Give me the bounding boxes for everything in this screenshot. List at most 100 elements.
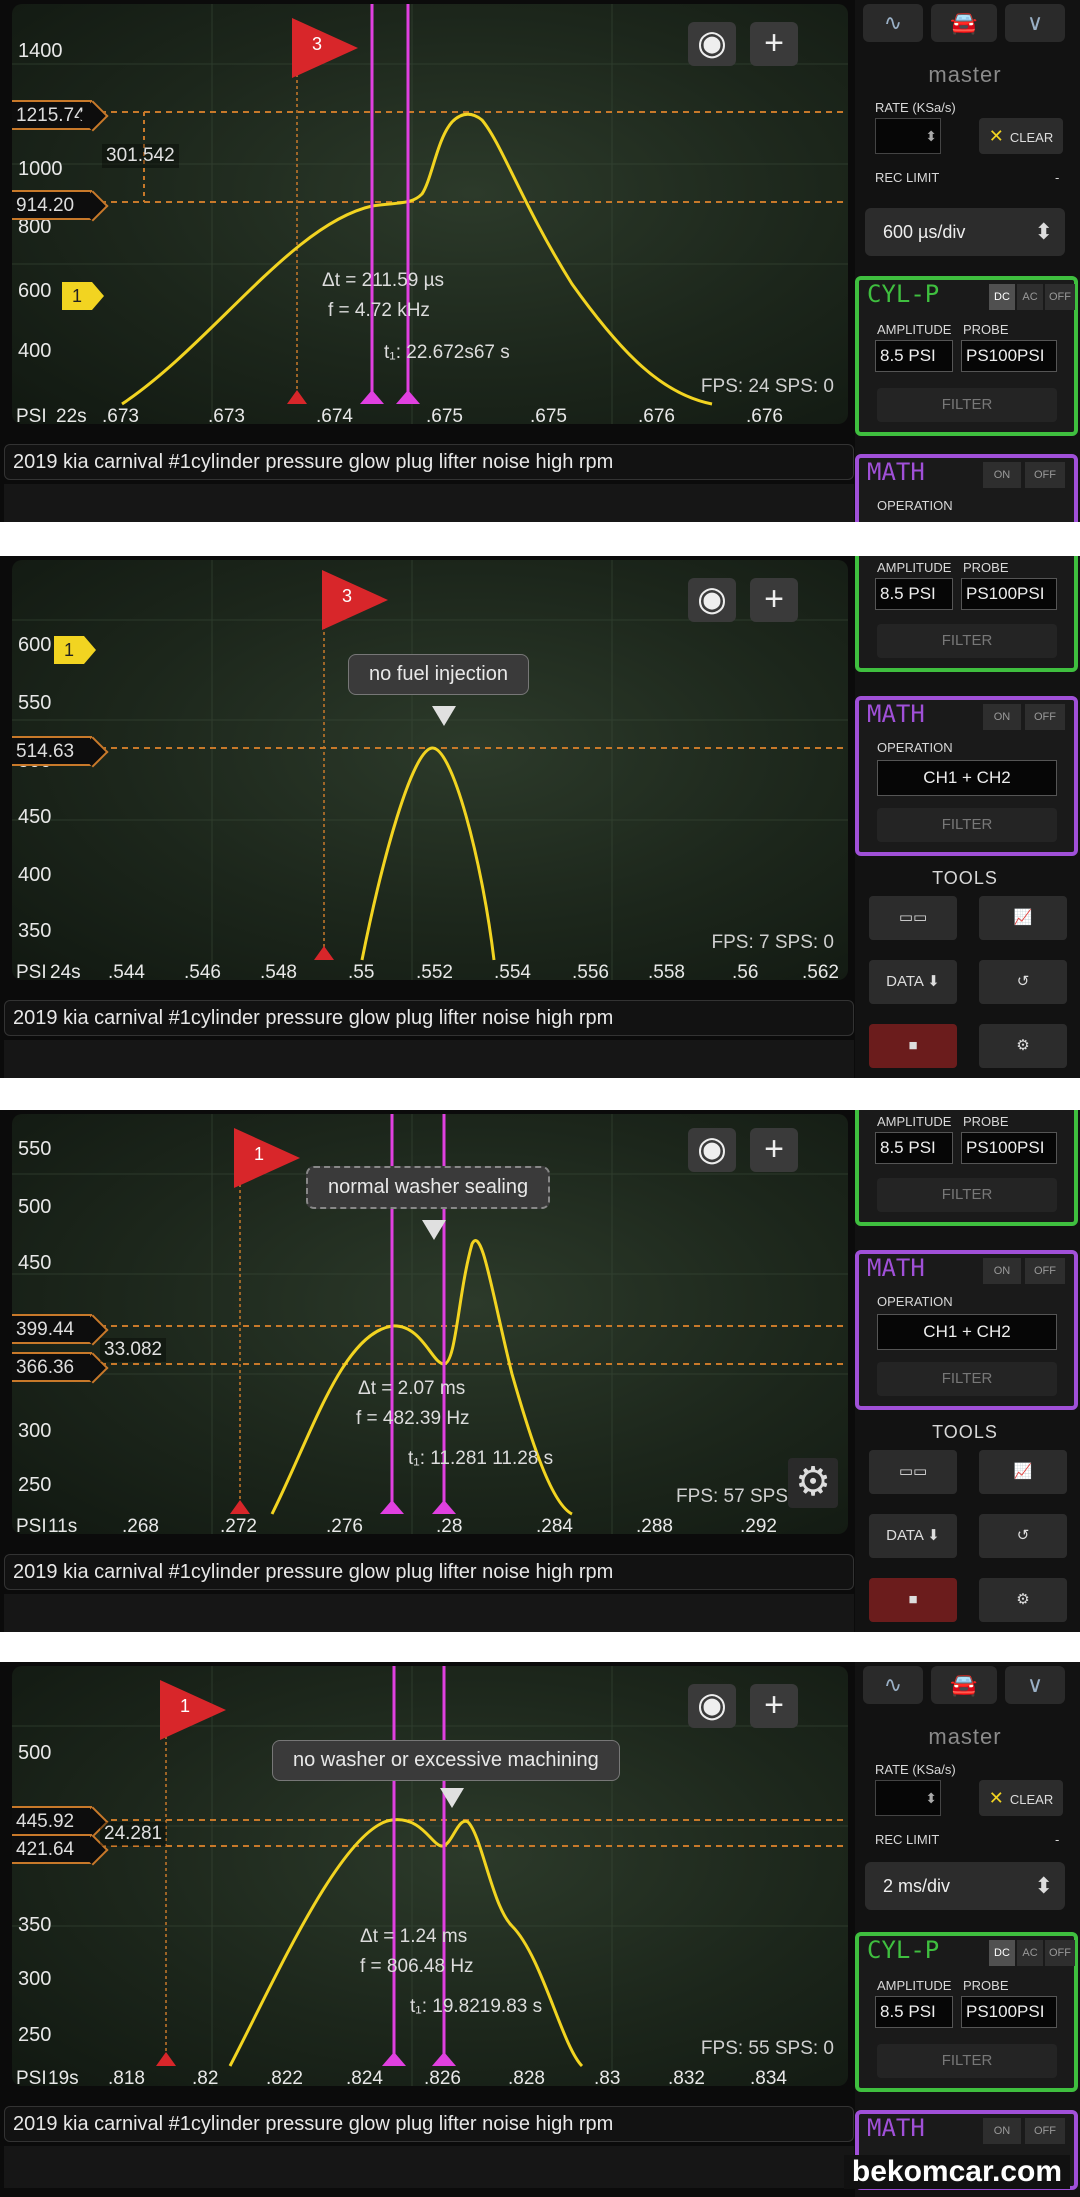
amplitude-select[interactable]: 8.5 PSI [875, 340, 953, 372]
eye-icon[interactable]: ◉ [688, 22, 736, 66]
filter-button[interactable]: FILTER [877, 2044, 1057, 2078]
probe-label: PROBE [963, 1978, 1009, 1993]
eye-icon[interactable]: ◉ [688, 578, 736, 622]
chart-tool-button[interactable]: 📈 [979, 1450, 1067, 1494]
filter-button[interactable]: FILTER [877, 624, 1057, 658]
history-icon[interactable]: ↺ [979, 1514, 1067, 1558]
cube-icon[interactable]: ■ [869, 1024, 957, 1068]
channel-1-marker[interactable]: 1 [54, 636, 96, 664]
overview-strip[interactable] [4, 1594, 854, 1632]
cursor-bottom-value[interactable]: 366.36 [12, 1352, 92, 1382]
waveform-tool-button[interactable]: ▭▭ [869, 1450, 957, 1494]
plus-icon[interactable]: + [750, 1684, 798, 1728]
math-off-toggle[interactable]: OFF [1025, 704, 1065, 730]
chart-tool-button[interactable]: 📈 [979, 896, 1067, 940]
eye-icon[interactable]: ◉ [688, 1128, 736, 1172]
math-on-toggle[interactable]: ON [983, 1258, 1021, 1284]
trigger-flag[interactable]: 3 [322, 570, 388, 630]
cursor-bottom-value[interactable]: 421.64 [12, 1834, 92, 1864]
data-export-button[interactable]: DATA ⬇ [869, 960, 957, 1004]
operation-select[interactable]: CH1 + CH2 [877, 760, 1057, 796]
annotation-callout[interactable]: no washer or excessive machining [272, 1740, 620, 1781]
annotation-callout[interactable]: normal washer sealing [306, 1166, 551, 1209]
plus-icon[interactable]: + [750, 22, 798, 66]
scope-panel-4: 500 350 300 250 445.92 421.64 24.281 1 n… [0, 1662, 1080, 2197]
math-off-toggle[interactable]: OFF [1025, 462, 1065, 488]
psi-label: PSI [16, 1516, 47, 1534]
rec-limit-value: - [1055, 170, 1060, 185]
cursor-top-value[interactable]: 1215.74 [12, 100, 92, 130]
cursor-diff-value: 301.542 [102, 144, 179, 168]
rec-limit-label: REC LIMIT [875, 170, 940, 185]
filter-button[interactable]: FILTER [877, 388, 1057, 422]
x-tick: .82 [192, 2068, 219, 2086]
amplitude-select[interactable]: 8.5 PSI [875, 578, 953, 610]
ac-toggle[interactable]: AC [1017, 1940, 1043, 1966]
overview-strip[interactable] [4, 484, 854, 522]
gear-icon[interactable]: ⚙ [788, 1458, 838, 1508]
car-icon[interactable]: 🚘 [931, 4, 997, 42]
cursor-bottom-value[interactable]: 914.20 [12, 190, 92, 220]
clear-button[interactable]: ✕ CLEAR [979, 1780, 1063, 1816]
waveform-plot[interactable]: 1400 1000 800 600 400 1215.74 914.20 301… [12, 4, 848, 424]
amplitude-select[interactable]: 8.5 PSI [875, 1132, 953, 1164]
off-toggle[interactable]: OFF [1045, 1940, 1075, 1966]
math-on-toggle[interactable]: ON [983, 462, 1021, 488]
probe-select[interactable]: PS100PSI [961, 1996, 1057, 2028]
gear-icon[interactable]: ⚙ [979, 1024, 1067, 1068]
cube-icon[interactable]: ■ [869, 1578, 957, 1622]
trigger-flag[interactable]: 3 [292, 18, 358, 78]
waveform-plot[interactable]: 600 550 500 450 400 350 514.63 1 3 no fu… [12, 560, 848, 980]
probe-select[interactable]: PS100PSI [961, 1132, 1057, 1164]
math-on-toggle[interactable]: ON [983, 2118, 1021, 2144]
waveform-plot[interactable]: 550 500 450 300 250 399.44 366.36 33.082… [12, 1114, 848, 1534]
plus-icon[interactable]: + [750, 1128, 798, 1172]
plus-icon[interactable]: + [750, 578, 798, 622]
annotation-callout[interactable]: no fuel injection [348, 654, 529, 695]
y-tick: 1000 [18, 158, 63, 180]
operation-select[interactable]: CH1 + CH2 [877, 1314, 1057, 1350]
math-off-toggle[interactable]: OFF [1025, 1258, 1065, 1284]
math-filter-button[interactable]: FILTER [877, 808, 1057, 842]
clear-label: CLEAR [1009, 1792, 1054, 1807]
dc-toggle[interactable]: DC [989, 284, 1015, 310]
chevron-down-icon[interactable]: ∨ [1005, 4, 1065, 42]
timebase-select[interactable]: 600 µs/div [865, 208, 1065, 256]
trigger-flag[interactable]: 1 [234, 1128, 300, 1188]
math-off-toggle[interactable]: OFF [1025, 2118, 1065, 2144]
math-on-toggle[interactable]: ON [983, 704, 1021, 730]
history-icon[interactable]: ↺ [979, 960, 1067, 1004]
cursor-top-value[interactable]: 445.92 [12, 1806, 92, 1836]
math-filter-button[interactable]: FILTER [877, 1362, 1057, 1396]
chevron-down-icon[interactable]: ∨ [1005, 1666, 1065, 1704]
amplitude-select[interactable]: 8.5 PSI [875, 1996, 953, 2028]
eye-icon[interactable]: ◉ [688, 1684, 736, 1728]
rate-input[interactable] [875, 1780, 941, 1816]
clear-button[interactable]: ✕ CLEAR [979, 118, 1063, 154]
channel-1-marker[interactable]: 1 [62, 282, 104, 310]
trigger-flag[interactable]: 1 [160, 1680, 226, 1740]
y-tick: 400 [18, 340, 52, 362]
car-icon[interactable]: 🚘 [931, 1666, 997, 1704]
cursor-top-value[interactable]: 514.63 [12, 736, 92, 766]
gear-icon[interactable]: ⚙ [979, 1578, 1067, 1622]
overview-strip[interactable] [4, 1040, 854, 1078]
cursor-top-value[interactable]: 399.44 [12, 1314, 92, 1344]
x-tick: .676 [638, 406, 675, 424]
probe-select[interactable]: PS100PSI [961, 578, 1057, 610]
waveform-tool-button[interactable]: ▭▭ [869, 896, 957, 940]
dc-toggle[interactable]: DC [989, 1940, 1015, 1966]
sine-wave-icon[interactable]: ∿ [863, 4, 923, 42]
probe-select[interactable]: PS100PSI [961, 340, 1057, 372]
filter-button[interactable]: FILTER [877, 1178, 1057, 1212]
data-export-button[interactable]: DATA ⬇ [869, 1514, 957, 1558]
sine-wave-icon[interactable]: ∿ [863, 1666, 923, 1704]
tools-heading: TOOLS [932, 868, 998, 888]
overview-strip[interactable] [4, 2146, 854, 2188]
waveform-plot[interactable]: 500 350 300 250 445.92 421.64 24.281 1 n… [12, 1666, 848, 2086]
timebase-select[interactable]: 2 ms/div [865, 1862, 1065, 1910]
off-toggle[interactable]: OFF [1045, 284, 1075, 310]
y-tick: 400 [18, 864, 52, 886]
ac-toggle[interactable]: AC [1017, 284, 1043, 310]
rate-input[interactable] [875, 118, 941, 154]
